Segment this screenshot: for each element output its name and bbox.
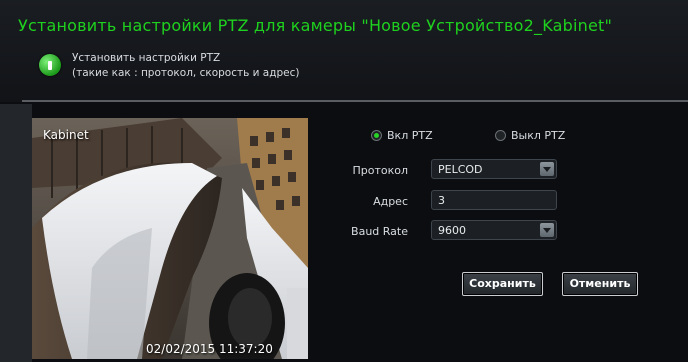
ptz-off-radio[interactable]: Выкл PTZ [495,129,565,142]
camera-preview: Kabinet 02/02/2015 11:37:20 [32,118,308,359]
info-icon [39,54,61,76]
baud-rate-label: Baud Rate [351,225,408,238]
baud-rate-select-value: 9600 [438,224,466,237]
address-label: Адрес [373,195,408,208]
ptz-on-label: Вкл PTZ [387,129,433,142]
dialog-header: Установить настройки PTZ для камеры "Нов… [0,0,688,102]
ptz-off-label: Выкл PTZ [511,129,566,142]
baud-rate-select[interactable]: 9600 [431,220,557,240]
camera-image [32,118,308,359]
info-text-description: (такие как : протокол, скорость и адрес) [72,67,300,79]
info-text-title: Установить настройки PTZ [72,52,221,64]
camera-name-overlay: Kabinet [43,128,89,142]
chevron-down-icon [540,162,554,176]
dialog-title: Установить настройки PTZ для камеры "Нов… [18,16,613,35]
radio-selected-icon [371,130,382,141]
left-panel-strip [0,104,32,362]
header-divider [22,100,688,102]
camera-timestamp-overlay: 02/02/2015 11:37:20 [146,342,273,356]
protocol-label: Протокол [352,164,408,177]
radio-unselected-icon [495,130,506,141]
ptz-on-radio[interactable]: Вкл PTZ [371,129,433,142]
protocol-select-value: PELCOD [438,163,483,176]
address-input[interactable]: 3 [431,190,557,210]
chevron-down-icon [540,223,554,237]
protocol-select[interactable]: PELCOD [431,159,557,179]
save-button[interactable]: Сохранить [462,272,543,296]
cancel-button[interactable]: Отменить [562,272,638,296]
address-input-value: 3 [438,194,445,207]
